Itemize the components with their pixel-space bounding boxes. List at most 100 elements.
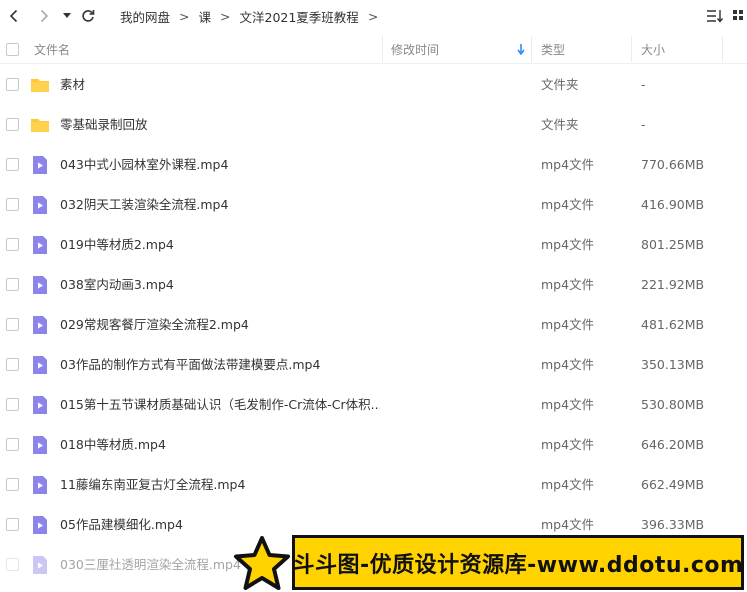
file-row[interactable]: 03作品的制作方式有平面做法带建模要点.mp4 mp4文件 350.13MB	[0, 345, 747, 385]
row-checkbox[interactable]	[6, 478, 19, 491]
file-size: -	[641, 117, 646, 132]
row-checkbox[interactable]	[6, 318, 19, 331]
file-name[interactable]: 018中等材质.mp4	[60, 425, 166, 465]
row-checkbox[interactable]	[6, 518, 19, 531]
column-divider	[531, 36, 532, 62]
file-size: 221.92MB	[641, 277, 705, 292]
folder-icon	[31, 79, 49, 92]
row-checkbox[interactable]	[6, 358, 19, 371]
file-name[interactable]: 11藤编东南亚复古灯全流程.mp4	[60, 465, 245, 505]
sort-descending-icon[interactable]	[517, 34, 525, 64]
file-row[interactable]: 038室内动画3.mp4 mp4文件 221.92MB	[0, 265, 747, 305]
breadcrumb-item-course[interactable]: 课	[199, 7, 212, 26]
row-checkbox[interactable]	[6, 158, 19, 171]
chevron-left-icon	[9, 9, 18, 23]
sort-options-button[interactable]	[704, 6, 726, 26]
file-row[interactable]: 019中等材质2.mp4 mp4文件 801.25MB	[0, 225, 747, 265]
file-type: mp4文件	[541, 477, 595, 492]
file-size: 481.62MB	[641, 317, 705, 332]
select-all-checkbox[interactable]	[6, 34, 19, 64]
history-dropdown-button[interactable]	[62, 6, 72, 26]
file-row[interactable]: 018中等材质.mp4 mp4文件 646.20MB	[0, 425, 747, 465]
breadcrumb: 我的网盘 > 课 > 文洋2021夏季班教程 >	[120, 6, 387, 26]
row-checkbox[interactable]	[6, 278, 19, 291]
video-file-icon	[33, 316, 47, 334]
file-name[interactable]: 032阴天工装渲染全流程.mp4	[60, 185, 228, 225]
file-row[interactable]: 015第十五节课材质基础认识（毛发制作-Cr流体-Cr体积... mp4文件 530…	[0, 385, 747, 425]
column-modified-header[interactable]: 修改时间	[391, 34, 439, 64]
file-row[interactable]: 11藤编东南亚复古灯全流程.mp4 mp4文件 662.49MB	[0, 465, 747, 505]
row-checkbox[interactable]	[6, 78, 19, 91]
video-file-icon	[33, 476, 47, 494]
file-row[interactable]: 043中式小园林室外课程.mp4 mp4文件 770.66MB	[0, 145, 747, 185]
column-divider	[722, 36, 723, 62]
file-name[interactable]: 029常规客餐厅渲染全流程2.mp4	[60, 305, 249, 345]
file-size: 350.13MB	[641, 357, 705, 372]
video-file-icon	[33, 436, 47, 454]
forward-button[interactable]	[36, 6, 52, 26]
file-size: 770.66MB	[641, 157, 705, 172]
file-row[interactable]: 零基础录制回放 文件夹 -	[0, 105, 747, 145]
view-grid-button[interactable]	[731, 6, 745, 26]
watermark-text: 斗斗图-优质设计资源库-www.ddotu.com	[292, 552, 744, 578]
column-size-header[interactable]: 大小	[641, 34, 665, 64]
back-button[interactable]	[6, 6, 22, 26]
file-name[interactable]: 05作品建模细化.mp4	[60, 505, 183, 545]
file-name[interactable]: 038室内动画3.mp4	[60, 265, 174, 305]
row-checkbox[interactable]	[6, 198, 19, 211]
refresh-button[interactable]	[80, 6, 96, 26]
video-file-icon	[33, 236, 47, 254]
checkbox-box	[6, 42, 19, 56]
file-row[interactable]: 029常规客餐厅渲染全流程2.mp4 mp4文件 481.62MB	[0, 305, 747, 345]
file-size: -	[641, 77, 646, 92]
star-logo-icon	[234, 536, 290, 590]
file-name[interactable]: 043中式小园林室外课程.mp4	[60, 145, 228, 185]
file-size: 416.90MB	[641, 197, 705, 212]
file-size: 646.20MB	[641, 437, 705, 452]
file-type: mp4文件	[541, 357, 595, 372]
breadcrumb-separator: >	[367, 8, 379, 24]
row-checkbox[interactable]	[6, 118, 19, 131]
file-type: mp4文件	[541, 157, 595, 172]
grid-icon	[733, 10, 743, 20]
column-divider	[382, 36, 383, 62]
file-list: 素材 文件夹 - 零基础录制回放 文件夹 -043中式小园林室外课程.mp4 mp4文件 77…	[0, 65, 747, 585]
video-file-icon	[33, 196, 47, 214]
file-row[interactable]: 素材 文件夹 -	[0, 65, 747, 105]
file-row[interactable]: 032阴天工装渲染全流程.mp4 mp4文件 416.90MB	[0, 185, 747, 225]
video-file-icon	[33, 516, 47, 534]
file-size: 801.25MB	[641, 237, 705, 252]
file-list-header: 文件名 修改时间 类型 大小	[0, 34, 747, 64]
folder-icon	[31, 119, 49, 132]
breadcrumb-item-root[interactable]: 我的网盘	[120, 7, 170, 26]
file-type: mp4文件	[541, 397, 595, 412]
file-name[interactable]: 015第十五节课材质基础认识（毛发制作-Cr流体-Cr体积...	[60, 385, 380, 425]
file-type: mp4文件	[541, 277, 595, 292]
video-file-icon	[33, 396, 47, 414]
file-name[interactable]: 零基础录制回放	[60, 105, 148, 145]
video-file-icon	[33, 156, 47, 174]
file-name[interactable]: 素材	[60, 65, 85, 105]
breadcrumb-separator: >	[179, 8, 190, 24]
file-type: mp4文件	[541, 197, 595, 212]
row-checkbox[interactable]	[6, 238, 19, 251]
breadcrumb-separator: >	[220, 8, 231, 24]
video-file-icon	[33, 276, 47, 294]
row-checkbox[interactable]	[6, 438, 19, 451]
file-size: 662.49MB	[641, 477, 705, 492]
breadcrumb-item-current[interactable]: 文洋2021夏季班教程	[240, 7, 359, 26]
row-checkbox[interactable]	[6, 398, 19, 411]
file-type: mp4文件	[541, 437, 595, 452]
file-size: 530.80MB	[641, 397, 705, 412]
chevron-right-icon	[40, 9, 49, 23]
top-navigation-bar: 我的网盘 > 课 > 文洋2021夏季班教程 >	[0, 0, 747, 32]
file-name[interactable]: 03作品的制作方式有平面做法带建模要点.mp4	[60, 345, 320, 385]
sort-list-icon	[707, 10, 724, 23]
watermark-banner: 斗斗图-优质设计资源库-www.ddotu.com	[292, 535, 744, 590]
column-type-header[interactable]: 类型	[541, 34, 565, 64]
file-name[interactable]: 019中等材质2.mp4	[60, 225, 174, 265]
refresh-icon	[82, 10, 95, 22]
video-file-icon	[33, 356, 47, 374]
column-name-header[interactable]: 文件名	[34, 34, 70, 64]
column-divider	[631, 36, 632, 62]
